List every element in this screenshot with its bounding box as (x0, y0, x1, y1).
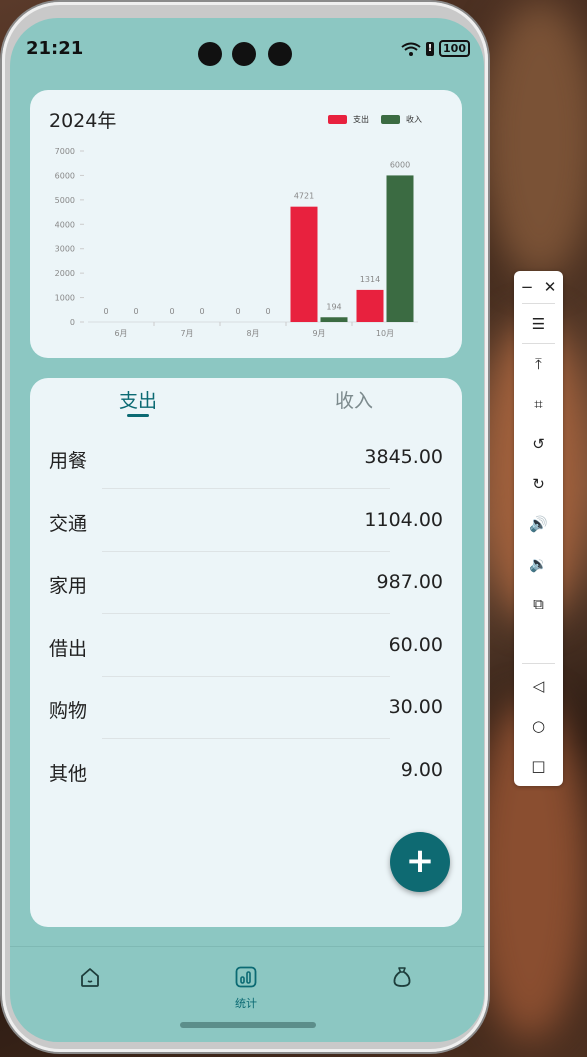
home-circle-icon[interactable]: ○ (514, 711, 563, 741)
wallpaper-blob (480, 0, 587, 280)
list-item[interactable]: 购物 30.00 (30, 696, 462, 758)
chart-card: 2024年 支出 收入 0 1000 2000 3000 4000 5000 6000 700… (30, 90, 462, 358)
y-tick-label: 4000 (55, 220, 75, 229)
nav-wallet[interactable] (372, 965, 432, 993)
y-tick-label: 1000 (55, 294, 75, 303)
amount-value: 60.00 (388, 634, 443, 656)
category-label: 家用 (49, 575, 88, 597)
bar-income (386, 175, 414, 322)
data-label: 0 (235, 307, 240, 316)
nav-stats-label: 统计 (235, 997, 257, 1010)
y-tick-label: 2000 (55, 269, 75, 278)
data-label: 0 (103, 307, 108, 316)
wallet-bag-icon (393, 967, 411, 987)
x-tick-label: 9月 (312, 329, 325, 338)
alert-icon: ! (426, 41, 435, 56)
add-record-button[interactable]: + (390, 832, 450, 892)
app-screen: 21:21 ! 100 2024年 支出 收入 0 1000 2000 3000… (10, 18, 484, 1042)
data-label: 0 (169, 307, 174, 316)
y-tick-label: 6000 (55, 171, 75, 180)
bar-income (320, 317, 348, 322)
amount-value: 987.00 (376, 571, 443, 593)
volume-down-icon[interactable]: 🔉 (514, 549, 563, 579)
x-tick-label: 8月 (246, 329, 259, 338)
amount-value: 9.00 (400, 759, 443, 781)
phone-frame: 21:21 ! 100 2024年 支出 收入 0 1000 2000 3000… (2, 2, 488, 1052)
list-item[interactable]: 家用 987.00 (30, 571, 462, 633)
y-tick-label: 0 (70, 318, 75, 327)
list-item[interactable]: 其他 9.00 (30, 759, 462, 821)
shake-icon[interactable]: ⧉ (514, 589, 563, 619)
battery-icon: 100 (439, 40, 470, 57)
wifi-icon (401, 42, 421, 56)
pin-top-icon[interactable]: ⤒ (514, 349, 563, 379)
category-label: 购物 (49, 700, 88, 722)
amount-value: 30.00 (388, 696, 443, 718)
x-tick-label: 10月 (376, 329, 394, 338)
tab-expense[interactable]: 支出 (119, 386, 157, 413)
emulator-toolbar: − ✕ ☰ ⤒ ⌗ ↺ ↻ 🔊 🔉 ⧉ ◁ ○ □ (514, 271, 563, 786)
home-icon (81, 968, 99, 987)
bar-expense (290, 206, 318, 322)
minimize-icon[interactable]: − (515, 272, 539, 302)
back-icon[interactable]: ◁ (514, 671, 563, 701)
toolbar-divider (522, 303, 555, 304)
x-tick-label: 6月 (114, 329, 127, 338)
divider (102, 738, 390, 739)
bar-chart: 0 1000 2000 3000 4000 5000 6000 7000 6月 0 0 7月 0 0 8月 0… (55, 147, 418, 338)
data-label: 0 (199, 307, 204, 316)
list-item[interactable]: 借出 60.00 (30, 634, 462, 696)
tab-indicator (127, 414, 149, 417)
close-icon[interactable]: ✕ (538, 272, 562, 302)
data-label: 6000 (390, 160, 410, 169)
rotate-left-icon[interactable]: ↺ (514, 429, 563, 459)
volume-up-icon[interactable]: 🔊 (514, 509, 563, 539)
category-label: 交通 (49, 513, 88, 535)
list-item[interactable]: 用餐 3845.00 (30, 446, 462, 508)
camera-icon (198, 42, 222, 66)
data-label: 0 (265, 307, 270, 316)
y-tick-label: 5000 (55, 196, 75, 205)
divider (102, 488, 390, 489)
stats-icon (235, 966, 257, 988)
toolbar-divider (522, 343, 555, 344)
data-label: 0 (133, 307, 138, 316)
bar-expense (356, 289, 384, 322)
y-tick-label: 7000 (55, 147, 75, 156)
status-bar: 21:21 ! 100 (10, 18, 484, 68)
divider (102, 551, 390, 552)
data-label: 194 (326, 302, 341, 311)
nav-home[interactable] (60, 965, 120, 993)
status-time: 21:21 (26, 38, 84, 59)
rotate-right-icon[interactable]: ↻ (514, 469, 563, 499)
y-tick-label: 3000 (55, 245, 75, 254)
divider (102, 676, 390, 677)
plus-icon: + (405, 841, 435, 881)
tab-income[interactable]: 收入 (335, 386, 373, 413)
x-tick-label: 7月 (180, 329, 193, 338)
category-label: 其他 (49, 763, 88, 785)
gesture-bar[interactable] (180, 1022, 316, 1028)
menu-icon[interactable]: ☰ (514, 309, 563, 339)
crop-icon[interactable]: ⌗ (514, 389, 563, 419)
data-label: 1314 (360, 275, 380, 284)
toolbar-divider (522, 663, 555, 664)
category-label: 借出 (49, 638, 88, 660)
list-item[interactable]: 交通 1104.00 (30, 509, 462, 571)
category-label: 用餐 (49, 450, 88, 472)
data-label: 4721 (294, 192, 314, 201)
recents-icon[interactable]: □ (514, 751, 563, 781)
amount-value: 3845.00 (364, 446, 443, 468)
nav-stats[interactable]: 统计 (216, 965, 276, 1011)
divider (102, 613, 390, 614)
camera-icon (232, 42, 256, 66)
amount-value: 1104.00 (364, 509, 443, 531)
camera-icon (268, 42, 292, 66)
